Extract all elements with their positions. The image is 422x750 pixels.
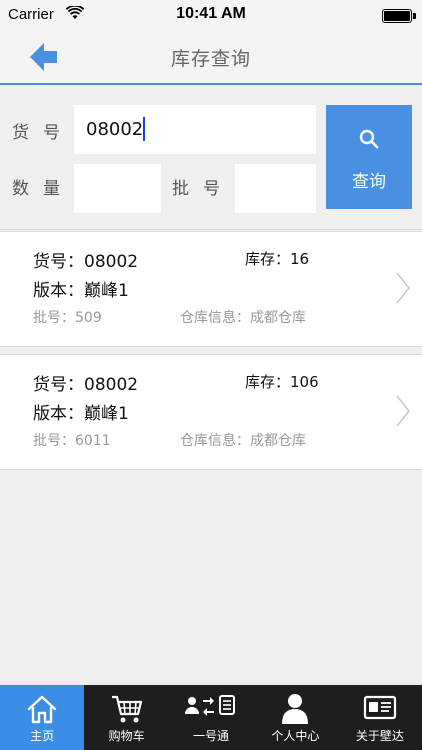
tab-home[interactable]: 主页	[0, 685, 85, 750]
tab-label: 关于壁达	[355, 729, 404, 743]
text-caret	[143, 117, 145, 141]
search-button-label: 查询	[352, 172, 386, 192]
tab-cart[interactable]: 购物车	[84, 685, 168, 750]
chevron-right-icon	[396, 272, 410, 304]
page-title: 库存查询	[170, 48, 251, 70]
tab-bar: 主页 购物车 一号通 个人中心 关于壁达	[0, 685, 422, 750]
pihao-input[interactable]	[235, 164, 316, 213]
tab-yihaotong[interactable]: 一号通	[169, 685, 253, 750]
chevron-right-icon	[396, 395, 410, 427]
search-button[interactable]: 查询	[326, 105, 412, 209]
search-icon	[359, 129, 379, 149]
huohao-label: 货号	[12, 123, 74, 143]
item-warehouse: 仓库信息：成都仓库	[180, 433, 306, 449]
battery-icon	[382, 9, 416, 23]
shuliang-label: 数量	[12, 179, 74, 199]
tab-label: 一号通	[193, 729, 230, 743]
tab-profile[interactable]: 个人中心	[253, 685, 337, 750]
item-warehouse: 仓库信息：成都仓库	[180, 310, 306, 326]
item-stock: 库存：106	[245, 373, 319, 391]
tab-about[interactable]: 关于壁达	[338, 685, 422, 750]
tab-label: 购物车	[108, 729, 145, 743]
person-icon	[282, 694, 309, 724]
search-form: 货号 数量 批号 查询	[0, 87, 422, 230]
item-version: 版本：巅峰1	[33, 281, 129, 301]
id-card-icon	[363, 695, 396, 720]
transfer-icon	[185, 695, 236, 716]
cart-icon	[111, 695, 142, 723]
tab-label: 主页	[30, 729, 55, 743]
clock: 10:41 AM	[176, 5, 246, 22]
result-item[interactable]: 货号：08002 库存：16 版本：巅峰1 批号：509 仓库信息：成都仓库	[0, 231, 422, 347]
huohao-input[interactable]	[74, 105, 316, 154]
shuliang-input[interactable]	[74, 164, 161, 213]
item-version: 版本：巅峰1	[33, 404, 129, 424]
item-stock: 库存：16	[245, 250, 310, 268]
item-batch: 批号：6011	[33, 433, 111, 449]
home-icon	[28, 695, 57, 724]
result-item[interactable]: 货号：08002 库存：106 版本：巅峰1 批号：6011 仓库信息：成都仓库	[0, 354, 422, 470]
item-code: 货号：08002	[33, 375, 139, 395]
tab-label: 个人中心	[271, 729, 320, 743]
item-code: 货号：08002	[33, 252, 139, 272]
status-bar: Carrier 10:41 AM	[0, 0, 422, 30]
item-batch: 批号：509	[33, 310, 102, 326]
pihao-label: 批号	[172, 179, 234, 199]
nav-bar: 库存查询	[0, 30, 422, 85]
